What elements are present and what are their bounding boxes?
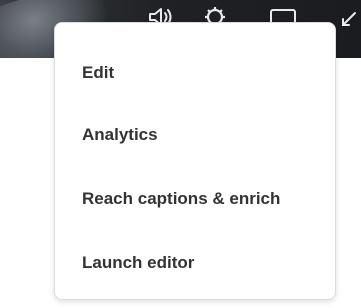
expand-icon[interactable]: [340, 6, 358, 28]
menu-item-launch-editor[interactable]: Launch editor: [82, 245, 323, 281]
context-menu: Edit Analytics Reach captions & enrich L…: [54, 22, 336, 300]
menu-item-reach-captions-enrich[interactable]: Reach captions & enrich: [82, 181, 323, 217]
menu-item-analytics[interactable]: Analytics: [82, 117, 323, 153]
menu-item-edit[interactable]: Edit: [82, 55, 323, 91]
